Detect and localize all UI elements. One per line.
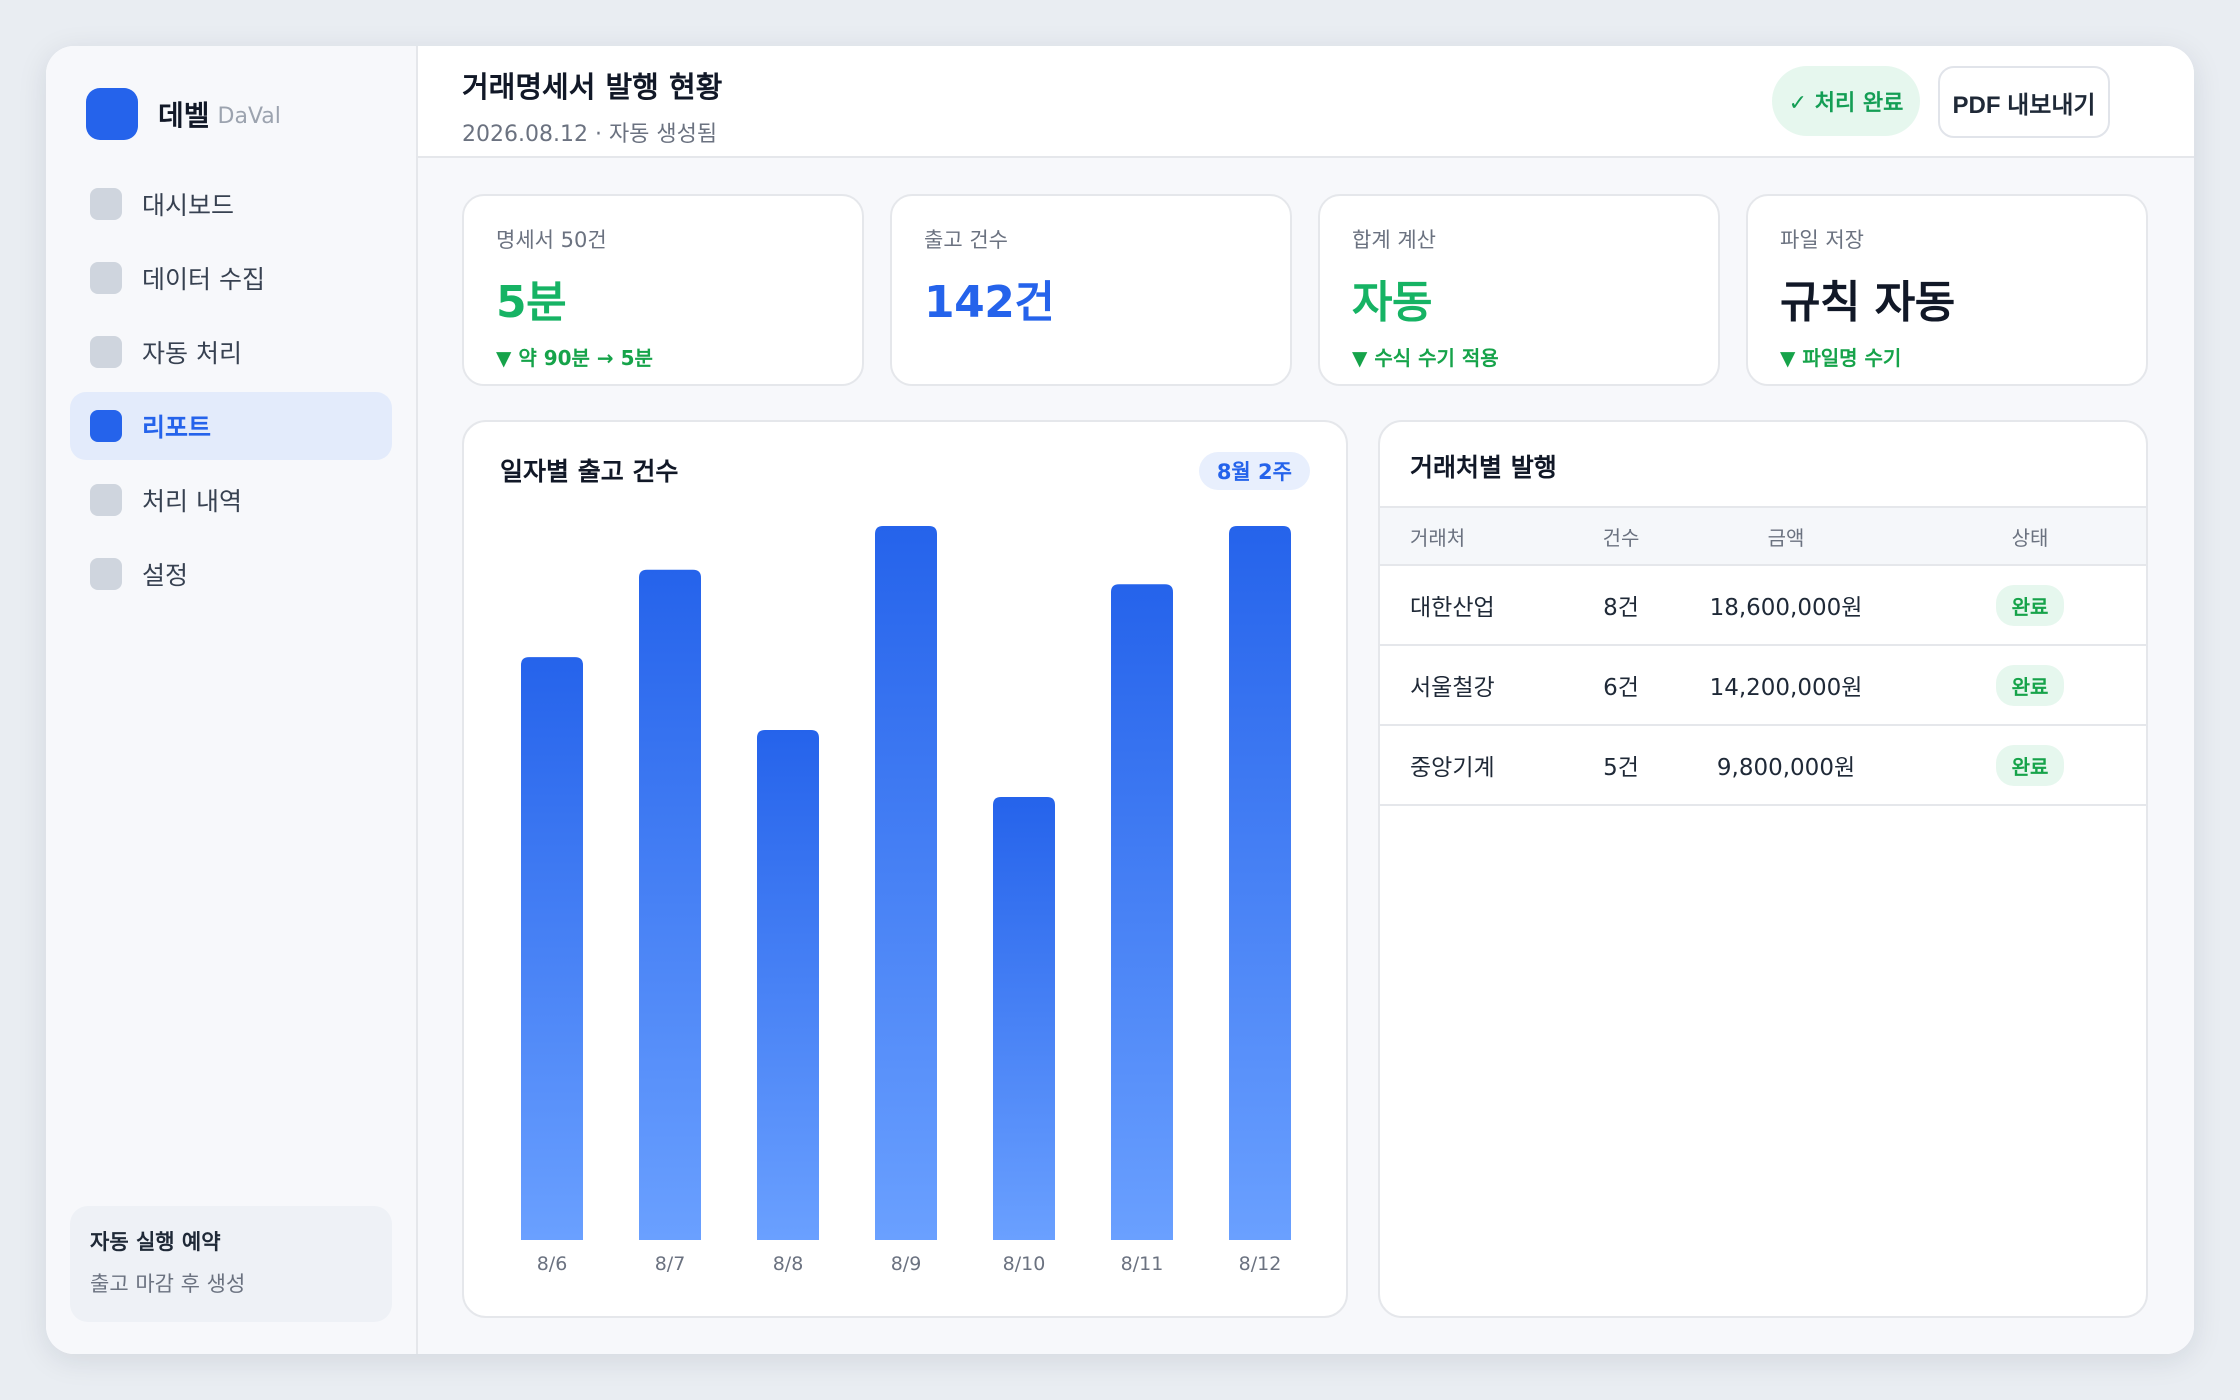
vendor-name: 중앙기계 (1380, 725, 1584, 806)
page-title: 거래명세서 발행 현황 (462, 70, 723, 104)
x-tick-label: 8/10 (1003, 1253, 1046, 1275)
topbar: 거래명세서 발행 현황 2026.08.12 · 자동 생성됨 ✓ 처리 완료 … (418, 46, 2194, 158)
bar-8/8[interactable] (757, 730, 819, 1240)
x-tick-label: 8/11 (1121, 1253, 1164, 1275)
vendor-amount: 14,200,000원 (1658, 645, 1914, 726)
sidebar-item-label: 데이터 수집 (142, 265, 265, 294)
sidebar-item-label: 설정 (142, 561, 189, 590)
bar-8/9[interactable] (875, 526, 937, 1240)
bar-8/6[interactable] (521, 657, 583, 1240)
table-row[interactable]: 대한산업 8건 18,600,000원 완료 (1380, 565, 2146, 646)
bar-8/10[interactable] (993, 797, 1055, 1240)
pdf-export-button[interactable]: PDF 내보내기 (1938, 66, 2110, 138)
stat-value: 5분 (496, 277, 567, 328)
auto-processing-icon (90, 336, 122, 368)
bar-chart: 8/6 8/7 8/8 8/9 8/10 8/11 8/12 (521, 526, 1291, 1275)
stat-label: 출고 건수 (924, 228, 1008, 252)
stat-value: 규칙 자동 (1780, 277, 1955, 328)
x-tick-label: 8/7 (655, 1253, 686, 1275)
table-row[interactable]: 중앙기계 5건 9,800,000원 완료 (1380, 725, 2146, 806)
column-header-count[interactable]: 건수 (1584, 507, 1658, 565)
report-icon (90, 410, 122, 442)
status-badge: ✓ 처리 완료 (1772, 66, 1920, 136)
stat-value: 자동 (1352, 277, 1432, 328)
table-row[interactable]: 서울철강 6건 14,200,000원 완료 (1380, 645, 2146, 726)
column-header-status[interactable]: 상태 (1914, 507, 2146, 565)
settings-icon (90, 558, 122, 590)
sidebar-nav: 대시보드 데이터 수집 자동 처리 리포트 처리 내역 설정 (70, 170, 392, 608)
stat-delta: ▼ 약 90분 → 5분 (496, 346, 653, 370)
stat-label: 명세서 50건 (496, 228, 607, 252)
vendor-count: 8건 (1584, 565, 1658, 646)
status-badge: 완료 (1995, 744, 2065, 786)
vendor-name: 서울철강 (1380, 645, 1584, 726)
page-subtitle: 2026.08.12 · 자동 생성됨 (462, 122, 718, 147)
brand[interactable]: 데벨 DaVal (86, 86, 392, 142)
dashboard-icon (90, 188, 122, 220)
vendor-count: 6건 (1584, 645, 1658, 726)
sidebar-item-report[interactable]: 리포트 (70, 392, 392, 460)
stat-card-shipments: 출고 건수 142건 (890, 194, 1292, 386)
daily-shipments-chart-card: 8/6 8/7 8/8 8/9 8/10 8/11 8/12 일자별 출고 건수 8월 2주 (462, 420, 1348, 1318)
bar-8/12[interactable] (1229, 526, 1291, 1240)
main-content: 거래명세서 발행 현황 2026.08.12 · 자동 생성됨 ✓ 처리 완료 … (418, 46, 2194, 1354)
vendor-count: 5건 (1584, 725, 1658, 806)
history-icon (90, 484, 122, 516)
week-badge[interactable]: 8월 2주 (1198, 452, 1310, 490)
stat-label: 파일 저장 (1780, 228, 1864, 252)
stat-value: 142건 (924, 277, 1055, 328)
chart-title: 일자별 출고 건수 (500, 457, 679, 486)
vendor-table: 거래처 건수 금액 상태 대한산업 8건 18,600,000원 완료 서울철강 (1380, 506, 2146, 806)
table-header-row: 거래처 건수 금액 상태 (1380, 507, 2146, 565)
x-tick-label: 8/12 (1239, 1253, 1282, 1275)
sidebar-item-auto-processing[interactable]: 자동 처리 (70, 318, 392, 386)
brand-logo-icon (86, 88, 138, 140)
table-title: 거래처별 발행 (1410, 453, 1557, 482)
sidebar-item-history[interactable]: 처리 내역 (70, 466, 392, 534)
sidebar: 데벨 DaVal 대시보드 데이터 수집 자동 처리 리포트 처리 내역 설정 … (46, 46, 418, 1354)
column-header-amount[interactable]: 금액 (1658, 507, 1914, 565)
brand-subtitle: DaVal (217, 103, 281, 129)
schedule-subtitle: 출고 마감 후 생성 (90, 1272, 246, 1296)
brand-name: 데벨 (158, 99, 210, 132)
x-tick-label: 8/8 (773, 1253, 804, 1275)
stat-card-total-calc: 합계 계산 자동 ▼ 수식 수기 적용 (1318, 194, 1720, 386)
sidebar-item-data-collection[interactable]: 데이터 수집 (70, 244, 392, 312)
status-badge: 완료 (1995, 584, 2065, 626)
status-badge: 완료 (1995, 664, 2065, 706)
vendor-name: 대한산업 (1380, 565, 1584, 646)
sidebar-item-label: 자동 처리 (142, 339, 242, 368)
stat-delta: ▼ 파일명 수기 (1780, 346, 1902, 370)
sidebar-item-label: 리포트 (142, 413, 212, 442)
stat-delta: ▼ 수식 수기 적용 (1352, 346, 1499, 370)
stat-card-statements: 명세서 50건 5분 ▼ 약 90분 → 5분 (462, 194, 864, 386)
vendor-issuance-table-card: 거래처별 발행 거래처 건수 금액 상태 대한산업 8건 18,600,000원 (1378, 420, 2148, 1318)
stat-card-file-save: 파일 저장 규칙 자동 ▼ 파일명 수기 (1746, 194, 2148, 386)
schedule-title: 자동 실행 예약 (90, 1230, 221, 1254)
sidebar-item-settings[interactable]: 설정 (70, 540, 392, 608)
vendor-amount: 18,600,000원 (1658, 565, 1914, 646)
x-tick-label: 8/6 (537, 1253, 568, 1275)
sidebar-item-dashboard[interactable]: 대시보드 (70, 170, 392, 238)
sidebar-item-label: 처리 내역 (142, 487, 242, 516)
sidebar-item-label: 대시보드 (142, 191, 235, 220)
stat-label: 합계 계산 (1352, 228, 1436, 252)
bar-8/11[interactable] (1111, 584, 1173, 1240)
stats-row: 명세서 50건 5분 ▼ 약 90분 → 5분 출고 건수 142건 합계 계산… (462, 194, 2148, 386)
vendor-amount: 9,800,000원 (1658, 725, 1914, 806)
auto-run-schedule-card[interactable]: 자동 실행 예약 출고 마감 후 생성 (70, 1206, 392, 1322)
column-header-vendor[interactable]: 거래처 (1380, 507, 1584, 565)
bar-8/7[interactable] (639, 569, 701, 1240)
app-window: 데벨 DaVal 대시보드 데이터 수집 자동 처리 리포트 처리 내역 설정 … (46, 46, 2194, 1354)
x-tick-label: 8/9 (891, 1253, 922, 1275)
data-collection-icon (90, 262, 122, 294)
